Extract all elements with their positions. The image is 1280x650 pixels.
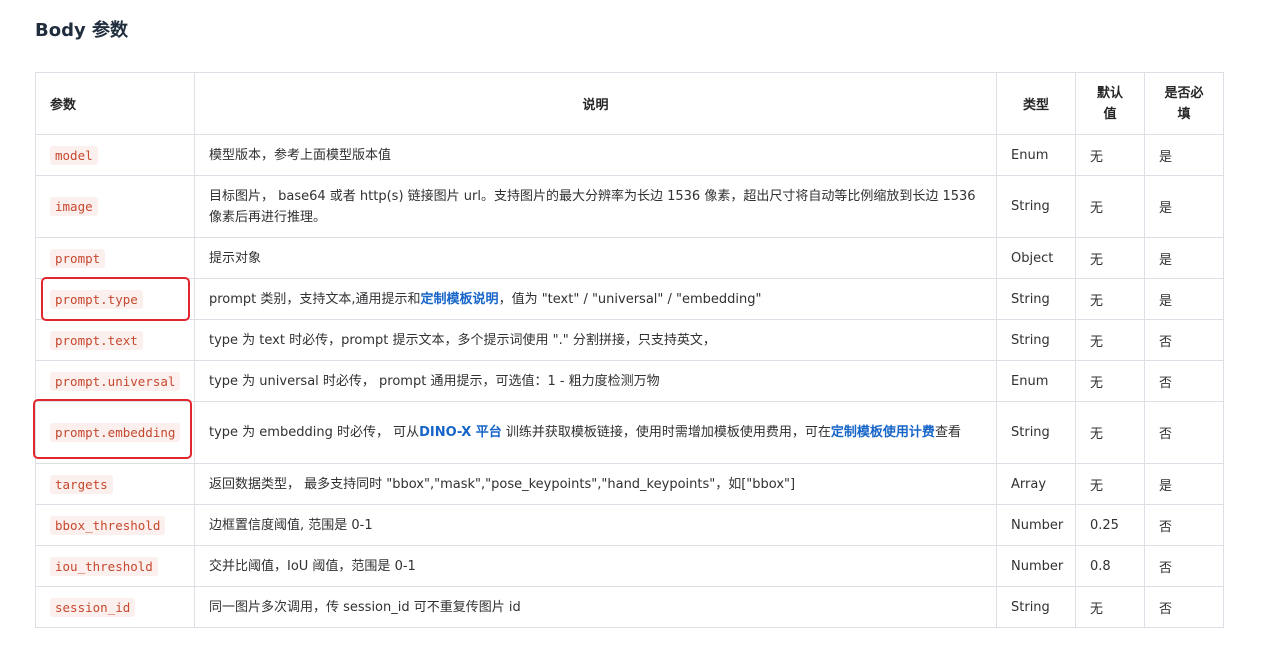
default-cell: 无 xyxy=(1075,134,1145,176)
param-code: targets xyxy=(50,474,113,494)
required-cell: 否 xyxy=(1144,545,1224,587)
desc-text: type 为 embedding 时必传， 可从 xyxy=(209,425,420,440)
type-cell: String xyxy=(996,401,1076,464)
col-header-default: 默认 值 xyxy=(1075,72,1145,135)
required-cell: 是 xyxy=(1144,134,1224,176)
body-params-table: 参数 说明 类型 默认 值 是否必 填 model 模型版本，参考上面模型版本值… xyxy=(35,72,1224,628)
col-header-type: 类型 xyxy=(996,72,1076,135)
col-header-desc: 说明 xyxy=(194,72,997,135)
default-cell: 无 xyxy=(1075,175,1145,238)
required-cell: 是 xyxy=(1144,175,1224,238)
param-code: bbox_threshold xyxy=(50,515,166,535)
desc-cell: 边框置信度阈值, 范围是 0-1 xyxy=(194,504,997,546)
desc-cell: 交并比阈值，IoU 阈值，范围是 0-1 xyxy=(194,545,997,587)
param-cell: targets xyxy=(35,463,195,505)
required-cell: 否 xyxy=(1144,319,1224,361)
default-cell: 无 xyxy=(1075,237,1145,279)
table-row: prompt 提示对象 Object 无 是 xyxy=(35,237,1224,279)
required-cell: 否 xyxy=(1144,586,1224,628)
type-cell: Array xyxy=(996,463,1076,505)
desc-cell: type 为 embedding 时必传， 可从DINO-X 平台 训练并获取模… xyxy=(194,401,997,464)
desc-text: prompt 类别，支持文本,通用提示和 xyxy=(209,291,421,307)
table-row: session_id 同一图片多次调用，传 session_id 可不重复传图片… xyxy=(35,586,1224,628)
type-cell: String xyxy=(996,175,1076,238)
required-cell: 是 xyxy=(1144,237,1224,279)
param-code: model xyxy=(50,145,98,165)
col-header-required: 是否必 填 xyxy=(1144,72,1224,135)
desc-cell: type 为 universal 时必传， prompt 通用提示，可选值：1 … xyxy=(194,360,997,402)
required-cell: 是 xyxy=(1144,463,1224,505)
default-cell: 无 xyxy=(1075,360,1145,402)
default-cell: 无 xyxy=(1075,278,1145,320)
param-code: image xyxy=(50,197,98,216)
desc-cell: 返回数据类型， 最多支持同时 "bbox","mask","pose_keypo… xyxy=(194,463,997,505)
type-cell: Enum xyxy=(996,134,1076,176)
param-cell: prompt xyxy=(35,237,195,279)
param-code: prompt xyxy=(50,248,106,268)
param-code: prompt.type xyxy=(50,289,143,309)
desc-cell: prompt 类别，支持文本,通用提示和定制模板说明，值为 "text" / "… xyxy=(194,278,997,320)
type-cell: String xyxy=(996,319,1076,361)
type-cell: Number xyxy=(996,504,1076,546)
template-billing-link[interactable]: 定制模板使用计费 xyxy=(831,425,935,440)
table-row: targets 返回数据类型， 最多支持同时 "bbox","mask","po… xyxy=(35,463,1224,505)
param-cell: prompt.text xyxy=(35,319,195,361)
table-header-row: 参数 说明 类型 默认 值 是否必 填 xyxy=(35,72,1224,135)
desc-cell: 同一图片多次调用，传 session_id 可不重复传图片 id xyxy=(194,586,997,628)
param-cell: bbox_threshold xyxy=(35,504,195,546)
default-cell: 无 xyxy=(1075,586,1145,628)
param-code: prompt.embedding xyxy=(50,423,181,442)
type-cell: Enum xyxy=(996,360,1076,402)
param-cell: prompt.embedding xyxy=(35,401,195,464)
param-cell: session_id xyxy=(35,586,195,628)
required-cell: 否 xyxy=(1144,401,1224,464)
table-row: iou_threshold 交并比阈值，IoU 阈值，范围是 0-1 Numbe… xyxy=(35,545,1224,587)
required-cell: 否 xyxy=(1144,504,1224,546)
default-cell: 无 xyxy=(1075,463,1145,505)
desc-text: 查看 xyxy=(934,425,961,440)
desc-cell: 提示对象 xyxy=(194,237,997,279)
dino-x-platform-link[interactable]: DINO-X 平台 xyxy=(419,425,502,440)
table-row: image 目标图片， base64 或者 http(s) 链接图片 url。支… xyxy=(35,175,1224,238)
col-header-param: 参数 xyxy=(35,72,195,135)
param-code: session_id xyxy=(50,597,136,617)
table-row: model 模型版本，参考上面模型版本值 Enum 无 是 xyxy=(35,134,1224,176)
table-row: bbox_threshold 边框置信度阈值, 范围是 0-1 Number 0… xyxy=(35,504,1224,546)
type-cell: String xyxy=(996,278,1076,320)
custom-template-doc-link[interactable]: 定制模板说明 xyxy=(421,292,499,307)
required-cell: 是 xyxy=(1144,278,1224,320)
table-row: prompt.text type 为 text 时必传，prompt 提示文本，… xyxy=(35,319,1224,361)
table-row: prompt.type prompt 类别，支持文本,通用提示和定制模板说明，值… xyxy=(35,278,1224,320)
desc-text: ，值为 "text" / "universal" / "embedding" xyxy=(498,291,762,307)
section-title: Body 参数 xyxy=(35,20,128,41)
table-row: prompt.universal type 为 universal 时必传， p… xyxy=(35,360,1224,402)
param-cell: prompt.universal xyxy=(35,360,195,402)
param-code: prompt.text xyxy=(50,330,143,350)
desc-cell: 目标图片， base64 或者 http(s) 链接图片 url。支持图片的最大… xyxy=(194,175,997,238)
param-cell: image xyxy=(35,175,195,238)
default-cell: 0.25 xyxy=(1075,504,1145,546)
param-code: prompt.universal xyxy=(50,371,181,391)
table-row: prompt.embedding type 为 embedding 时必传， 可… xyxy=(35,401,1224,464)
default-cell: 0.8 xyxy=(1075,545,1145,587)
type-cell: Object xyxy=(996,237,1076,279)
desc-cell: 模型版本，参考上面模型版本值 xyxy=(194,134,997,176)
type-cell: String xyxy=(996,586,1076,628)
type-cell: Number xyxy=(996,545,1076,587)
desc-cell: type 为 text 时必传，prompt 提示文本，多个提示词使用 "." … xyxy=(194,319,997,361)
param-cell: prompt.type xyxy=(35,278,195,320)
default-cell: 无 xyxy=(1075,401,1145,464)
default-cell: 无 xyxy=(1075,319,1145,361)
param-code: iou_threshold xyxy=(50,556,158,576)
param-cell: model xyxy=(35,134,195,176)
desc-text: 训练并获取模板链接，使用时需增加模板使用费用，可在 xyxy=(501,425,831,440)
required-cell: 否 xyxy=(1144,360,1224,402)
param-cell: iou_threshold xyxy=(35,545,195,587)
